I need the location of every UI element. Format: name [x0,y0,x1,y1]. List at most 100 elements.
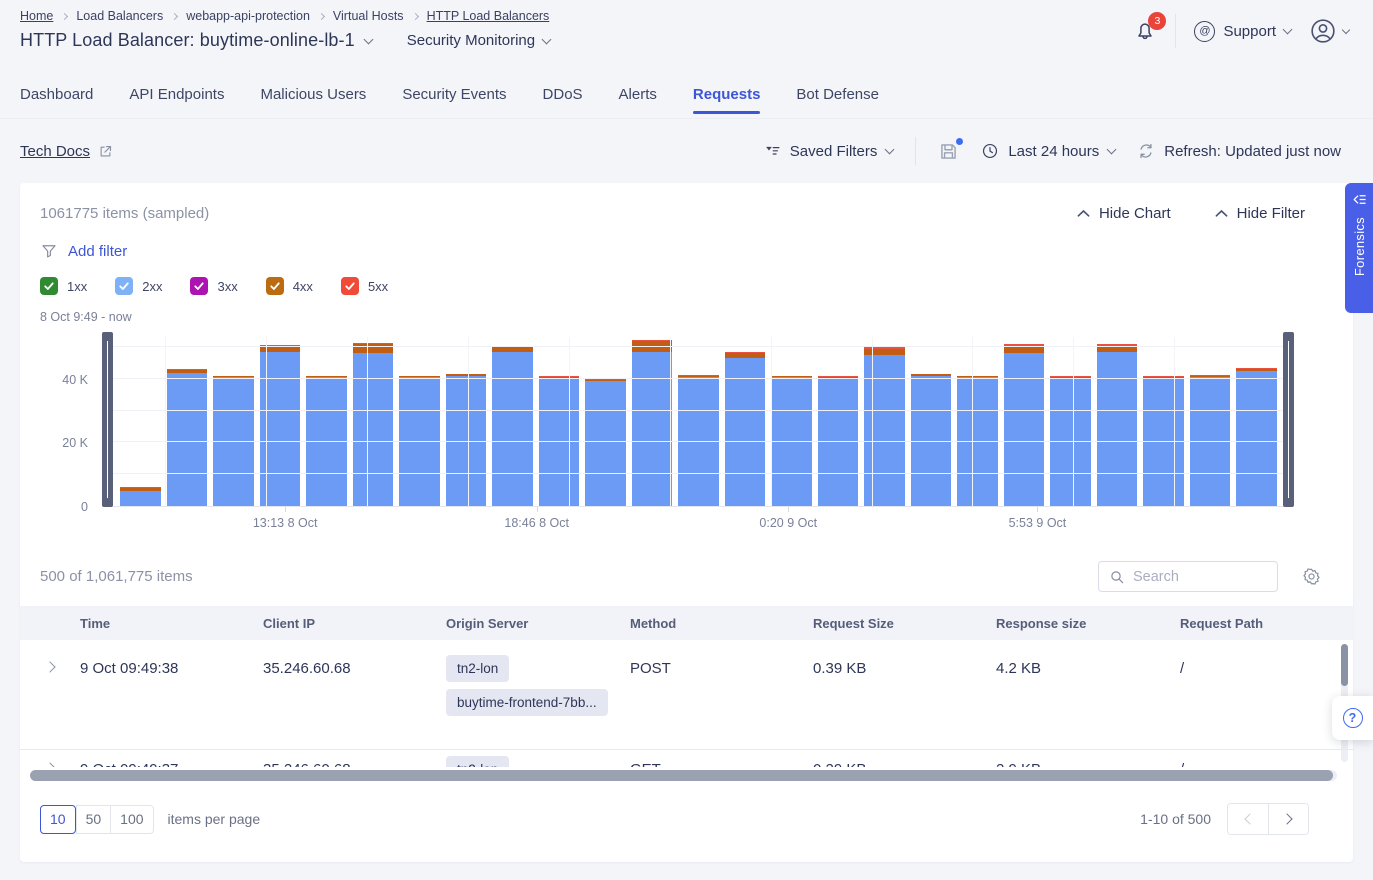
search-box[interactable] [1098,561,1278,592]
table-row[interactable]: 9 Oct 09:49:3735.246.60.68tn2-lonGET0.29… [20,750,1353,767]
breadcrumb-item-home[interactable]: Home [20,9,53,23]
chart-bar[interactable] [1097,344,1138,506]
prev-page-button[interactable] [1228,804,1268,834]
tab-malicious-users[interactable]: Malicious Users [260,70,366,119]
forensics-flyout-tab[interactable]: Forensics [1345,183,1373,313]
table-row[interactable]: 9 Oct 09:49:3835.246.60.68tn2-lonbuytime… [20,640,1353,750]
tab-api-endpoints[interactable]: API Endpoints [129,70,224,119]
add-filter-button[interactable]: Add filter [68,243,127,260]
checkbox-5xx[interactable] [341,277,359,295]
chart-bar[interactable] [353,343,394,506]
y-axis-tick-label: 20 K [62,436,88,450]
x-axis-tick-mark [1037,507,1038,512]
row-expand-chevron-icon[interactable] [44,762,55,767]
row-expand-chevron-icon[interactable] [44,661,55,672]
hide-filter-button[interactable]: Hide Filter [1215,205,1305,222]
gridline-vertical [670,337,671,506]
column-header-origin-server[interactable]: Origin Server [446,616,630,631]
column-header-time[interactable]: Time [80,616,263,631]
x-axis-tick-mark [788,507,789,512]
tab-ddos[interactable]: DDoS [543,70,583,119]
cell-origin-server: tn2-lon [446,756,630,767]
chevron-left-icon [1244,813,1255,824]
refresh-label: Refresh: Updated just now [1164,143,1341,160]
gridline-vertical [165,337,166,506]
hide-chart-button[interactable]: Hide Chart [1077,205,1171,222]
status-filter-2xx[interactable]: 2xx [115,277,162,295]
chart-bar[interactable] [1236,368,1277,506]
chart-bar[interactable] [446,374,487,506]
status-filter-1xx[interactable]: 1xx [40,277,87,295]
page-size-10[interactable]: 10 [40,805,76,834]
tab-alerts[interactable]: Alerts [619,70,657,119]
notifications-button[interactable]: 3 [1133,19,1157,43]
column-header-request-size[interactable]: Request Size [813,616,996,631]
chart-bar[interactable] [632,340,673,506]
chart-bar[interactable] [1004,344,1045,506]
horizontal-scrollbar[interactable] [30,770,1343,781]
tab-security-events[interactable]: Security Events [402,70,506,119]
save-filter-button[interactable] [938,141,959,162]
saved-filters-button[interactable]: Saved Filters [764,143,894,160]
brush-handle-left[interactable] [102,332,113,507]
status-filter-3xx[interactable]: 3xx [190,277,237,295]
tab-dashboard[interactable]: Dashboard [20,70,93,119]
account-menu[interactable] [1309,17,1349,45]
notification-badge: 3 [1148,12,1166,30]
brush-handle-right[interactable] [1283,332,1294,507]
refresh-button[interactable]: Refresh: Updated just now [1137,142,1341,160]
view-selector[interactable]: Security Monitoring [407,32,550,49]
chart-bar[interactable] [167,369,208,506]
bar-segment-success-1xx-2xx-3xx [120,491,161,506]
table-settings-button[interactable] [1302,567,1321,586]
page-size-50[interactable]: 50 [76,805,111,834]
checkbox-2xx[interactable] [115,277,133,295]
tab-requests[interactable]: Requests [693,70,761,119]
items-per-page-label: items per page [168,811,261,827]
chart-bar[interactable] [120,487,161,506]
search-input[interactable] [1133,569,1253,585]
breadcrumb-item-http-load-balancers[interactable]: HTTP Load Balancers [427,9,550,23]
title-chevron-down-icon[interactable] [363,34,373,44]
bar-segment-success-1xx-2xx-3xx [725,358,766,506]
origin-server-tag[interactable]: tn2-lon [446,655,509,682]
tech-docs-link[interactable]: Tech Docs [20,143,113,160]
column-header-request-path[interactable]: Request Path [1180,616,1353,631]
origin-server-tag[interactable]: buytime-frontend-7bb... [446,689,608,716]
gridline-vertical [1073,337,1074,506]
breadcrumb-item-webapp-api-protection[interactable]: webapp-api-protection [186,9,310,23]
status-filter-4xx[interactable]: 4xx [266,277,313,295]
breadcrumb-item-virtual-hosts[interactable]: Virtual Hosts [333,9,404,23]
next-page-button[interactable] [1268,804,1308,834]
origin-server-tag[interactable]: tn2-lon [446,756,509,767]
page-size-100[interactable]: 100 [110,805,153,834]
cell-response-size: 4.2 KB [996,655,1180,677]
column-header-client-ip[interactable]: Client IP [263,616,446,631]
tab-bot-defense[interactable]: Bot Defense [796,70,879,119]
chart-bars [108,337,1289,506]
breadcrumb-item-load-balancers[interactable]: Load Balancers [76,9,163,23]
header-divider [1175,14,1176,48]
chevron-up-icon [1215,209,1228,218]
checkbox-3xx[interactable] [190,277,208,295]
status-filter-5xx[interactable]: 5xx [341,277,388,295]
column-header-response-size[interactable]: Response size [996,616,1180,631]
help-button[interactable]: ? [1332,696,1373,740]
chart-bar[interactable] [725,352,766,506]
horizontal-scrollbar-thumb[interactable] [30,770,1333,781]
checkbox-4xx[interactable] [266,277,284,295]
support-menu[interactable]: @ Support [1194,21,1291,42]
forensics-label: Forensics [1352,217,1367,276]
time-range-button[interactable]: Last 24 hours [981,142,1115,160]
gridline-vertical [266,337,267,506]
chart-bar[interactable] [911,374,952,506]
column-header-method[interactable]: Method [630,616,813,631]
filter-list-icon [764,143,781,160]
chart-bar[interactable] [492,346,533,506]
chart-bar[interactable] [864,347,905,506]
gridline-vertical [771,337,772,506]
external-link-icon [98,144,113,159]
question-mark-icon: ? [1343,708,1363,728]
vertical-scrollbar-thumb[interactable] [1341,644,1348,686]
checkbox-1xx[interactable] [40,277,58,295]
